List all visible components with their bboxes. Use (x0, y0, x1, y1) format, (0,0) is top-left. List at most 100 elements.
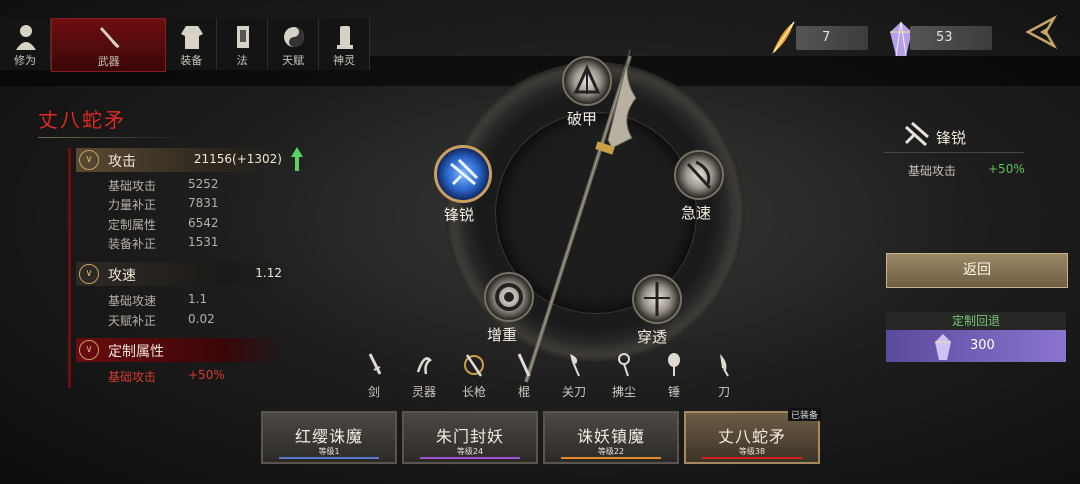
pierce-icon (644, 282, 670, 316)
tab-talent[interactable]: 天赋 (268, 18, 320, 70)
armor-break-icon (573, 64, 601, 94)
attack-section-header[interactable]: ∨ 攻击 21156(+1302) (76, 148, 286, 172)
weapon-type-label: 长枪 (461, 385, 486, 399)
back-arrow-icon[interactable] (1024, 14, 1060, 50)
stat-bracket (68, 148, 71, 388)
tab-label: 法 (236, 54, 248, 67)
staff-type-icon (517, 353, 531, 377)
crystal-counter: 53 (910, 26, 992, 50)
stat-value: 1531 (188, 235, 219, 249)
weapon-type-label: 剑 (367, 385, 380, 399)
weapon-type-hammer[interactable]: 锤 (656, 352, 692, 399)
node-sharp-selected[interactable] (434, 145, 492, 203)
detail-title: 锋锐 (936, 129, 967, 147)
stat-value: 0.02 (188, 312, 215, 326)
detail-stat-label: 基础攻击 (908, 164, 957, 178)
whisk-icon (618, 353, 630, 377)
stat-label: 装备补正 (108, 237, 157, 251)
tab-cultivation[interactable]: 修为 (0, 18, 51, 70)
hammer-icon (668, 353, 680, 376)
weapon-type-label: 关刀 (561, 385, 586, 399)
tab-equipment[interactable]: 装备 (166, 18, 218, 70)
feather-icon (772, 21, 795, 54)
shrine-icon (337, 26, 354, 49)
blade-icon (720, 354, 729, 377)
attack-value: 21156 (193, 152, 233, 166)
weapon-type-label: 刀 (717, 385, 730, 399)
tab-label: 修为 (13, 54, 36, 67)
sword-type-icon (368, 353, 382, 375)
tab-magic[interactable]: 法 (217, 18, 269, 70)
weapon-card[interactable]: 红缨诛魔 等级1 (261, 411, 397, 464)
speed-section-header[interactable]: ∨ 攻速 1.12 (76, 262, 286, 286)
weapon-card-level: 等级38 (702, 447, 802, 459)
weapon-type-label: 拂尘 (611, 385, 636, 399)
node-pierce[interactable] (632, 274, 682, 324)
tab-label: 天赋 (282, 54, 305, 67)
weapon-card-name: 诛妖镇魔 (576, 427, 645, 446)
node-label: 增重 (487, 326, 518, 344)
weapon-type-spirit[interactable]: 灵器 (406, 352, 442, 399)
robe-icon (181, 26, 204, 49)
revert-label: 定制回退 (886, 312, 1066, 330)
tab-bar: 修为 武器 装备 法 天赋 神灵 (0, 18, 370, 72)
node-label: 破甲 (567, 110, 598, 128)
weapon-card-level: 等级22 (561, 447, 661, 459)
custom-stat-label: 基础攻击 (108, 370, 157, 384)
stat-value: 1.1 (188, 292, 208, 306)
tab-deity[interactable]: 神灵 (319, 18, 370, 70)
node-label: 急速 (681, 204, 712, 222)
weapon-card[interactable]: 诛妖镇魔 等级22 (543, 411, 679, 464)
node-weight[interactable] (484, 272, 534, 322)
weapon-card[interactable]: 朱门封妖 等级24 (402, 411, 538, 464)
stat-value: 5252 (188, 177, 219, 191)
stat-value: 6542 (188, 216, 219, 230)
tab-label: 装备 (180, 54, 203, 67)
weapon-card-level: 等级1 (279, 447, 379, 459)
charm-icon (237, 26, 250, 48)
speed-label: 攻速 (108, 268, 136, 284)
attack-bonus: (+1302) (232, 152, 282, 166)
node-label: 穿透 (637, 328, 668, 346)
weapon-type-blade[interactable]: 刀 (706, 352, 742, 399)
tab-label: 武器 (97, 55, 120, 68)
weapon-type-sword[interactable]: 剑 (356, 352, 392, 399)
weapon-type-whisk[interactable]: 拂尘 (606, 352, 642, 399)
crystal-icon (935, 334, 951, 360)
weapon-type-staff[interactable]: 棍 (506, 352, 542, 399)
weapon-card-name: 红缨诛魔 (294, 427, 363, 446)
figure-icon (16, 25, 36, 50)
stat-label: 力量补正 (108, 198, 157, 212)
custom-stat-value: +50% (188, 368, 225, 382)
return-button[interactable]: 返回 (886, 253, 1068, 288)
stat-value: 7831 (188, 196, 219, 210)
chevron-down-icon: ∨ (79, 340, 99, 360)
weapon-name: 丈八蛇矛 (38, 108, 126, 132)
crystal-count: 53 (936, 30, 953, 45)
chevron-down-icon: ∨ (79, 150, 99, 170)
weapon-type-spear-selected[interactable]: 长枪 (456, 352, 492, 399)
up-arrow-icon (291, 147, 303, 171)
node-label: 锋锐 (444, 206, 475, 224)
attack-value-group: 21156(+1302) (194, 152, 282, 166)
weapon-card-name: 丈八蛇矛 (717, 427, 786, 446)
revert-button[interactable]: 300 (886, 330, 1066, 362)
stat-label: 定制属性 (108, 218, 157, 232)
weapon-card-level: 等级24 (420, 447, 520, 459)
weapon-type-label: 锤 (667, 385, 680, 399)
weight-icon (495, 283, 523, 311)
detail-stat-value: +50% (988, 162, 1025, 176)
weapon-type-label: 灵器 (411, 385, 436, 399)
stat-label: 基础攻击 (108, 179, 157, 193)
equipped-badge: 已装备 (788, 408, 822, 421)
custom-section-header[interactable]: ∨ 定制属性 (76, 338, 286, 362)
weapon-card-name: 朱门封妖 (435, 427, 504, 446)
weapon-type-guandao[interactable]: 关刀 (556, 352, 592, 399)
yinyang-icon (284, 27, 305, 47)
haste-icon (686, 160, 712, 190)
node-haste[interactable] (674, 150, 724, 200)
node-armor-break[interactable] (562, 56, 612, 106)
tab-weapon[interactable]: 武器 (50, 18, 167, 72)
divider (884, 152, 1024, 153)
feather-counter: 7 (796, 26, 868, 50)
